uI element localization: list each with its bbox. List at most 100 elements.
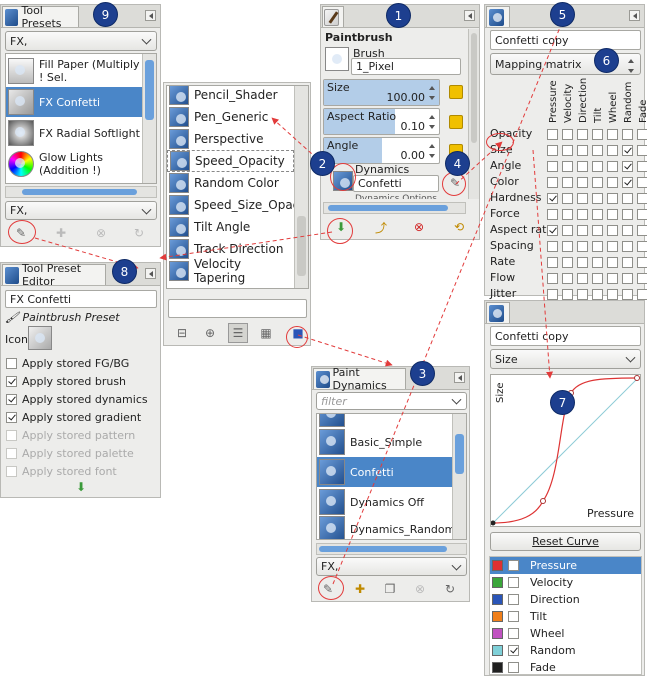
input-checkbox[interactable] [508,662,519,673]
scrollbar-thumb[interactable] [22,189,137,195]
matrix-checkbox[interactable] [607,209,618,220]
list-item[interactable]: Velocity Tapering [167,257,294,285]
matrix-checkbox[interactable] [622,209,633,220]
input-checkbox[interactable] [508,645,519,656]
matrix-checkbox[interactable] [592,241,603,252]
matrix-checkbox[interactable] [547,273,558,284]
refresh-dynamics-icon[interactable]: ↻ [440,579,460,599]
new-dynamics-icon[interactable]: ✚ [350,579,370,599]
vertical-scrollbar[interactable] [468,29,479,199]
matrix-checkbox[interactable] [622,177,633,188]
input-row[interactable]: Tilt [490,608,641,625]
matrix-checkbox[interactable] [577,289,588,300]
matrix-checkbox[interactable] [547,257,558,268]
scrollbar-thumb[interactable] [145,60,154,120]
list-item[interactable]: Pen_Generic [167,106,294,128]
matrix-checkbox[interactable] [592,177,603,188]
matrix-checkbox[interactable] [577,241,588,252]
input-checkbox[interactable] [508,594,519,605]
matrix-checkbox[interactable] [577,129,588,140]
matrix-checkbox[interactable] [622,145,633,156]
matrix-checkbox[interactable] [622,257,633,268]
matrix-checkbox[interactable] [547,129,558,140]
refresh-presets-icon[interactable]: ↻ [129,223,149,243]
matrix-checkbox[interactable] [607,145,618,156]
list-item[interactable]: FX Confetti [6,87,142,117]
matrix-checkbox[interactable] [577,257,588,268]
list-item[interactable]: Pencil_Shader [167,86,294,106]
preset-option[interactable]: Apply stored brush [6,373,126,389]
matrix-checkbox[interactable] [637,145,647,156]
aspect-ratio-slider[interactable]: Aspect Ratio 0.10 [323,108,440,135]
dynamics-tag-input[interactable]: FX, [316,557,467,576]
curve-dynamics-name-input[interactable]: Confetti copy [490,326,641,346]
matrix-checkbox[interactable] [592,193,603,204]
input-row[interactable]: Pressure [490,557,641,574]
input-row[interactable]: Direction [490,591,641,608]
matrix-checkbox[interactable] [547,209,558,220]
zoom-out-icon[interactable]: ⊟ [172,323,192,343]
matrix-checkbox[interactable] [562,289,573,300]
matrix-checkbox[interactable] [562,257,573,268]
matrix-checkbox[interactable] [577,225,588,236]
scrollbar-thumb[interactable] [471,33,477,143]
preset-option[interactable]: Apply stored FG/BG [6,355,129,371]
matrix-checkbox[interactable] [577,161,588,172]
matrix-checkbox[interactable] [547,161,558,172]
matrix-checkbox[interactable] [622,241,633,252]
brush-preview[interactable] [325,47,349,71]
curve-editor-tab[interactable] [486,302,510,323]
list-item[interactable] [317,414,452,427]
tool-presets-tag-input[interactable]: FX, [5,201,157,220]
preset-option-checkbox[interactable] [6,357,17,369]
matrix-checkbox[interactable] [562,161,573,172]
matrix-checkbox[interactable] [622,225,633,236]
matrix-checkbox[interactable] [592,273,603,284]
matrix-checkbox[interactable] [562,193,573,204]
input-row[interactable]: Wheel [490,625,641,642]
zoom-in-icon[interactable]: ⊕ [200,323,220,343]
list-item[interactable]: Random Color [167,172,294,194]
matrix-checkbox[interactable] [592,257,603,268]
angle-slider[interactable]: Angle 0.00 [323,137,440,164]
preset-option[interactable]: Apply stored gradient [6,409,141,425]
matrix-checkbox[interactable] [547,193,558,204]
reset-aspect-icon[interactable] [449,115,463,129]
reset-curve-button[interactable]: Reset Curve [490,532,641,551]
preset-option[interactable]: Apply stored dynamics [6,391,148,407]
matrix-checkbox[interactable] [547,289,558,300]
matrix-checkbox[interactable] [577,145,588,156]
tag-entry[interactable] [168,299,307,318]
input-row[interactable]: Fade [490,659,641,676]
matrix-checkbox[interactable] [592,145,603,156]
preset-editor-tab[interactable]: Tool Preset Editor [2,262,106,288]
new-preset-icon[interactable]: ✚ [51,223,71,243]
matrix-checkbox[interactable] [622,161,633,172]
tool-options-tab[interactable] [322,6,344,27]
vertical-scrollbar[interactable] [142,54,156,183]
panel-menu-icon[interactable] [145,10,156,21]
matrix-checkbox[interactable] [607,289,618,300]
restore-preset-icon[interactable]: ⤴ [371,217,391,237]
brush-name-field[interactable]: 1_Pixel [351,58,461,75]
horizontal-scrollbar[interactable] [5,186,157,198]
save-preset-icon[interactable]: ⬇ [71,477,91,497]
scrollbar-thumb[interactable] [328,205,448,211]
paint-dynamics-tab[interactable]: Paint Dynamics [313,366,406,392]
preset-name-input[interactable]: FX Confetti [5,290,157,308]
panel-menu-icon[interactable] [454,372,465,383]
list-item[interactable]: Confetti [317,457,452,487]
dynamics-name-field[interactable]: Confetti [353,175,439,192]
grid-view-icon[interactable]: ▦ [256,323,276,343]
matrix-checkbox[interactable] [577,177,588,188]
input-checkbox[interactable] [508,611,519,622]
matrix-checkbox[interactable] [637,193,647,204]
matrix-checkbox[interactable] [592,129,603,140]
matrix-checkbox[interactable] [562,145,573,156]
matrix-checkbox[interactable] [592,209,603,220]
input-checkbox[interactable] [508,560,519,571]
matrix-checkbox[interactable] [547,225,558,236]
input-checkbox[interactable] [508,628,519,639]
matrix-checkbox[interactable] [622,289,633,300]
matrix-checkbox[interactable] [562,241,573,252]
